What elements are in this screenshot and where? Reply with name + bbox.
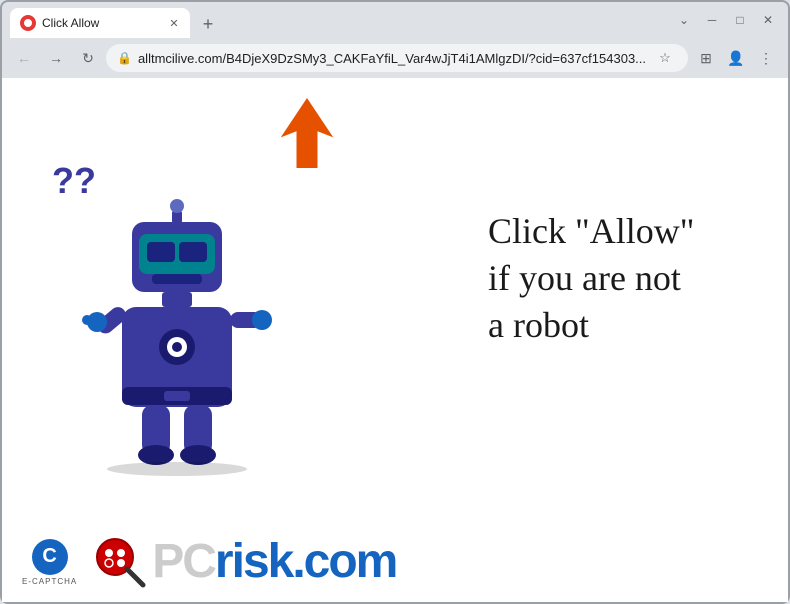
navigation-bar: ← → ↻ 🔒 alltmcilive.com/B4DjeX9DzSMy3_CA… [2,38,788,78]
forward-button[interactable]: → [42,44,70,72]
click-allow-text: Click "Allow" if you are not a robot [488,208,748,348]
chevron-down-icon[interactable]: ⌄ [672,8,696,32]
ecaptcha-logo: C E-CAPTCHA [22,539,77,586]
profile-button[interactable]: 👤 [722,44,750,72]
extensions-button[interactable]: ⊞ [692,44,720,72]
message-line-1: Click "Allow" [488,211,694,251]
active-tab[interactable]: Click Allow ✕ [10,8,190,38]
close-button[interactable]: ✕ [756,8,780,32]
robot-svg [77,192,277,472]
tab-title: Click Allow [42,16,160,30]
ecaptcha-c-icon: C [32,539,68,575]
message-line-2: if you are not [488,258,681,298]
maximize-button[interactable]: □ [728,8,752,32]
tab-favicon [20,15,36,31]
pcrisk-logo: PCrisk.com [93,535,396,590]
address-bar[interactable]: 🔒 alltmcilive.com/B4DjeX9DzSMy3_CAKFaYfi… [106,44,688,72]
reload-button[interactable]: ↻ [74,44,102,72]
message-line-3: a robot [488,305,589,345]
tab-close-button[interactable]: ✕ [166,15,182,31]
ecaptcha-label: E-CAPTCHA [22,577,77,586]
minimize-button[interactable]: ─ [700,8,724,32]
message-area: Click "Allow" if you are not a robot [488,208,748,348]
pcrisk-icon [93,535,148,590]
pcrisk-brand-text: PCrisk.com [152,538,396,586]
page-content: ?? [2,78,788,602]
new-tab-button[interactable]: + [194,10,222,38]
robot-illustration: ?? [32,118,322,518]
title-bar: Click Allow ✕ + ⌄ ─ □ ✕ [2,2,788,38]
window-controls: ⌄ ─ □ ✕ [672,8,780,32]
url-text: alltmcilive.com/B4DjeX9DzSMy3_CAKFaYfiL_… [138,51,647,66]
bookmark-icon[interactable]: ☆ [653,46,677,70]
footer-watermark: C E-CAPTCHA PCrisk.com [2,522,788,602]
menu-button[interactable]: ⋮ [752,44,780,72]
address-actions: ☆ [653,46,677,70]
robot-shadow [107,462,247,476]
nav-right-controls: ⊞ 👤 ⋮ [692,44,780,72]
back-button[interactable]: ← [10,44,38,72]
browser-window: Click Allow ✕ + ⌄ ─ □ ✕ ← → ↻ 🔒 alltmcil… [0,0,790,604]
lock-icon: 🔒 [117,51,132,65]
tab-strip: Click Allow ✕ + [10,2,672,38]
